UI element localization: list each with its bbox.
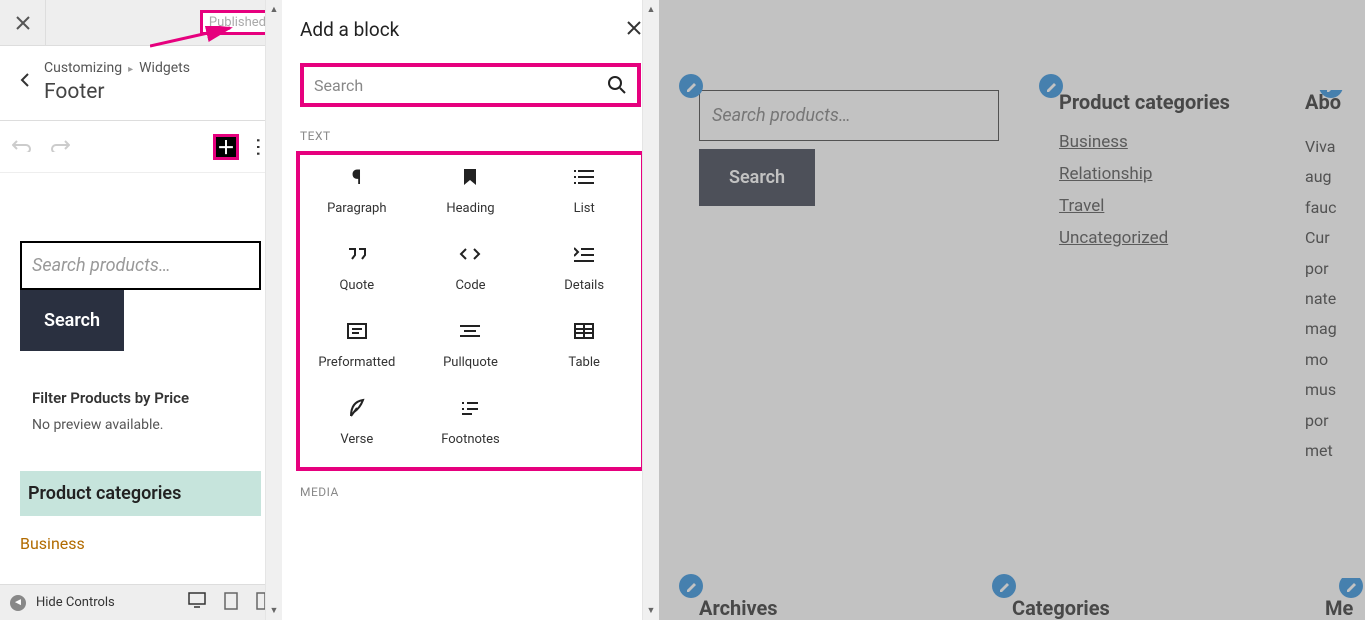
inserter-title: Add a block (300, 18, 399, 41)
block-table[interactable]: Table (527, 319, 641, 370)
feather-icon (345, 396, 369, 420)
widget-heading: Archives (699, 596, 952, 620)
search-products-input[interactable] (20, 241, 261, 290)
product-categories-heading[interactable]: Product categories (20, 471, 261, 516)
collapse-icon[interactable]: ◄ (10, 595, 26, 611)
paragraph-icon: ¶ (345, 165, 369, 189)
edit-badge-icon[interactable] (992, 574, 1016, 598)
filter-heading: Filter Products by Price (32, 389, 249, 407)
category-link[interactable]: Business (1059, 132, 1245, 152)
redo-icon[interactable] (50, 136, 70, 157)
tablet-view-icon[interactable] (224, 592, 238, 614)
edit-badge-icon[interactable] (1339, 578, 1363, 598)
footnotes-icon (458, 396, 482, 420)
block-quote[interactable]: Quote (300, 242, 414, 293)
block-pullquote[interactable]: Pullquote (414, 319, 528, 370)
category-link[interactable]: Travel (1059, 196, 1245, 216)
widget-text: Viva aug fauc Cur por nate mag mo mus po… (1305, 132, 1345, 466)
filter-message: No preview available. (32, 417, 249, 433)
block-grid: ¶Paragraph Heading List Quote Code Detai… (300, 165, 641, 447)
edit-badge-icon[interactable] (679, 74, 703, 98)
breadcrumb: Customizing▸Widgets (44, 60, 265, 76)
widget-heading: Me (1325, 596, 1365, 620)
block-paragraph[interactable]: ¶Paragraph (300, 165, 414, 216)
undo-icon[interactable] (12, 136, 32, 157)
preview-search-input[interactable] (699, 90, 999, 141)
widget-heading: Product categories (1059, 90, 1245, 114)
scrollbar[interactable]: ▲▼ (642, 0, 659, 620)
search-icon (607, 75, 627, 95)
category-link[interactable]: Relationship (1059, 164, 1245, 184)
scrollbar[interactable]: ▲▼ (265, 0, 282, 620)
search-button[interactable]: Search (20, 290, 124, 351)
preview-search-button[interactable]: Search (699, 149, 815, 206)
live-preview[interactable]: Search Product categories Business Relat… (659, 0, 1365, 620)
category-link[interactable]: Business (20, 534, 261, 553)
block-preformatted[interactable]: Preformatted (300, 319, 414, 370)
block-heading[interactable]: Heading (414, 165, 528, 216)
desktop-view-icon[interactable] (188, 592, 206, 614)
table-icon (572, 319, 596, 343)
quote-icon (345, 242, 369, 266)
edit-badge-icon[interactable] (1039, 74, 1063, 98)
close-customizer-button[interactable] (0, 0, 46, 46)
hide-controls-label[interactable]: Hide Controls (36, 595, 115, 610)
code-icon (458, 242, 482, 266)
bookmark-icon (458, 165, 482, 189)
block-search-input[interactable] (314, 76, 607, 95)
close-inserter-button[interactable] (627, 19, 641, 40)
preformatted-icon (345, 319, 369, 343)
list-icon (572, 165, 596, 189)
group-media-label: MEDIA (282, 471, 659, 507)
back-button[interactable] (6, 56, 44, 110)
block-list[interactable]: List (527, 165, 641, 216)
section-title: Footer (44, 80, 265, 104)
block-code[interactable]: Code (414, 242, 528, 293)
details-icon (572, 242, 596, 266)
block-details[interactable]: Details (527, 242, 641, 293)
category-link[interactable]: Uncategorized (1059, 228, 1245, 248)
block-verse[interactable]: Verse (300, 396, 414, 447)
group-text-label: TEXT (282, 115, 659, 151)
block-footnotes[interactable]: Footnotes (414, 396, 528, 447)
widget-heading: Categories (1012, 596, 1265, 620)
pullquote-icon (458, 319, 482, 343)
edit-badge-icon[interactable] (679, 574, 703, 598)
add-block-button[interactable]: ＋ (213, 134, 239, 160)
publish-button[interactable]: Published (200, 10, 275, 35)
